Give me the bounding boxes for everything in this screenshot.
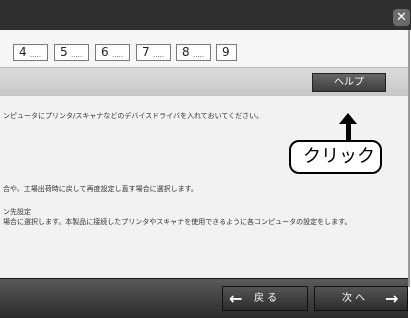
step-dots: ..... [153, 51, 165, 59]
wizard-window: 4 ..... 5 ..... 6 ..... 7 ..... 8 ..... … [0, 30, 410, 318]
step-4: 4 ..... [13, 44, 48, 61]
step-number: 7 [142, 45, 150, 59]
step-number: 6 [101, 45, 109, 59]
step-9: 9 [216, 44, 237, 61]
step-number: 4 [19, 45, 27, 59]
footer-bar: ← 戻 る 次 へ → [0, 278, 408, 318]
step-5: 5 ..... [54, 44, 89, 61]
help-button[interactable]: ヘルプ [312, 73, 386, 92]
option-title: ン先設定 [3, 208, 31, 216]
arrow-left-icon: ← [229, 289, 243, 308]
next-button[interactable]: 次 へ → [314, 286, 408, 311]
click-callout: クリック [289, 140, 382, 174]
step-number: 8 [182, 45, 190, 59]
back-button[interactable]: ← 戻 る [222, 286, 308, 311]
close-button[interactable]: ✕ [393, 9, 410, 26]
back-button-label: 戻 る [254, 293, 278, 304]
title-bar: ✕ [0, 0, 411, 30]
step-8: 8 ..... [176, 44, 211, 61]
instruction-line: ンピュータにプリンタ/スキャナなどのデバイスドライバを入れておいてください。 [3, 112, 264, 120]
help-bar: ヘルプ [0, 67, 408, 97]
step-dots: ..... [193, 51, 205, 59]
option-description: 場合に選択します。本製品に接続したプリンタやスキャナを使用できるように各コンピュ… [3, 218, 352, 226]
callout-arrow-stem [346, 122, 351, 141]
step-6: 6 ..... [95, 44, 130, 61]
step-number: 5 [60, 45, 68, 59]
step-indicator: 4 ..... 5 ..... 6 ..... 7 ..... 8 ..... … [0, 30, 408, 67]
step-dots: ..... [30, 51, 42, 59]
arrow-right-icon: → [385, 289, 399, 308]
next-button-label: 次 へ [342, 293, 366, 304]
step-number: 9 [222, 45, 230, 59]
step-dots: ..... [71, 51, 83, 59]
option-description: 合や、工場出荷時に戻して再度設定し直す場合に選択します。 [3, 185, 198, 193]
step-7: 7 ..... [136, 44, 171, 61]
step-dots: ..... [112, 51, 124, 59]
close-icon: ✕ [396, 10, 407, 25]
